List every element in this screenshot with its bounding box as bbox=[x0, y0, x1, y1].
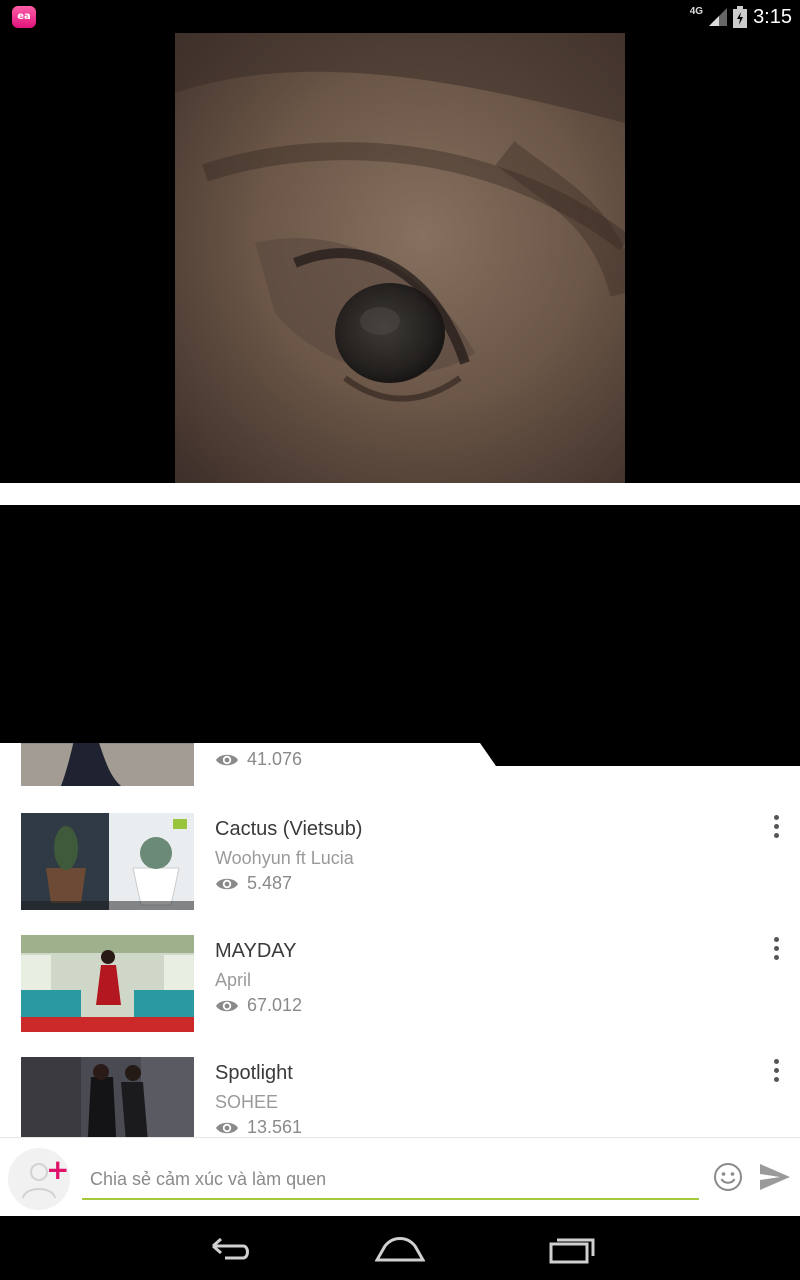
video-title[interactable]: Spotlight bbox=[215, 1062, 293, 1085]
smiley-icon[interactable] bbox=[713, 1162, 743, 1192]
signal-icon bbox=[709, 8, 728, 26]
clock: 3:15 bbox=[753, 5, 792, 28]
avatar[interactable]: + bbox=[8, 1148, 70, 1210]
video-thumbnail[interactable] bbox=[21, 935, 194, 1032]
back-icon[interactable] bbox=[205, 1232, 255, 1266]
more-vert-icon[interactable] bbox=[770, 937, 782, 963]
view-count: 13.561 bbox=[215, 1117, 302, 1137]
video-player[interactable] bbox=[0, 33, 800, 483]
video-thumbnail[interactable] bbox=[21, 813, 194, 910]
more-vert-icon[interactable] bbox=[770, 1059, 782, 1085]
view-count-text: 13.561 bbox=[247, 1117, 303, 1137]
status-icons: 4G 3:15 bbox=[690, 4, 792, 30]
view-count-text: 67.012 bbox=[247, 995, 303, 1015]
home-icon[interactable] bbox=[375, 1232, 425, 1266]
divider-strip bbox=[0, 483, 800, 505]
more-vert-icon[interactable] bbox=[770, 815, 782, 841]
video-image bbox=[175, 33, 625, 483]
list-item[interactable]: Spotlight SOHEE 13.561 bbox=[0, 1057, 800, 1137]
list-item[interactable]: MAYDAY April 67.012 bbox=[0, 935, 800, 1033]
status-bar: ea 4G 3:15 bbox=[0, 0, 800, 33]
view-count: 5.487 bbox=[215, 873, 292, 894]
video-title[interactable]: Cactus (Vietsub) bbox=[215, 818, 362, 841]
related-video-list[interactable]: 41.076 Cactus (Vietsub) Woohyun ft Lucia bbox=[0, 743, 800, 1137]
view-count-text: 5.487 bbox=[247, 873, 293, 893]
chat-message-input[interactable] bbox=[82, 1160, 699, 1200]
video-artist: SOHEE bbox=[215, 1092, 279, 1112]
eye-icon bbox=[216, 1000, 238, 1011]
overlay-panel bbox=[0, 505, 800, 743]
battery-icon bbox=[733, 6, 748, 28]
plus-icon: + bbox=[46, 1153, 70, 1186]
network-type-label: 4G bbox=[689, 5, 704, 17]
view-count: 67.012 bbox=[215, 995, 302, 1016]
video-artist: April bbox=[215, 970, 252, 990]
send-icon[interactable] bbox=[758, 1162, 792, 1192]
video-artist: Woohyun ft Lucia bbox=[215, 848, 354, 868]
app-logo-icon: ea bbox=[12, 6, 36, 28]
list-item[interactable]: Cactus (Vietsub) Woohyun ft Lucia 5.487 bbox=[0, 813, 800, 911]
video-frame[interactable] bbox=[175, 33, 625, 483]
chat-bar: + bbox=[0, 1137, 800, 1216]
list-top-edge bbox=[480, 743, 800, 766]
system-nav-bar bbox=[0, 1216, 800, 1280]
eye-icon bbox=[216, 878, 238, 889]
video-thumbnail[interactable] bbox=[21, 1057, 194, 1137]
recents-icon[interactable] bbox=[547, 1232, 597, 1266]
eye-icon bbox=[216, 1122, 238, 1133]
video-title[interactable]: MAYDAY bbox=[215, 940, 297, 963]
